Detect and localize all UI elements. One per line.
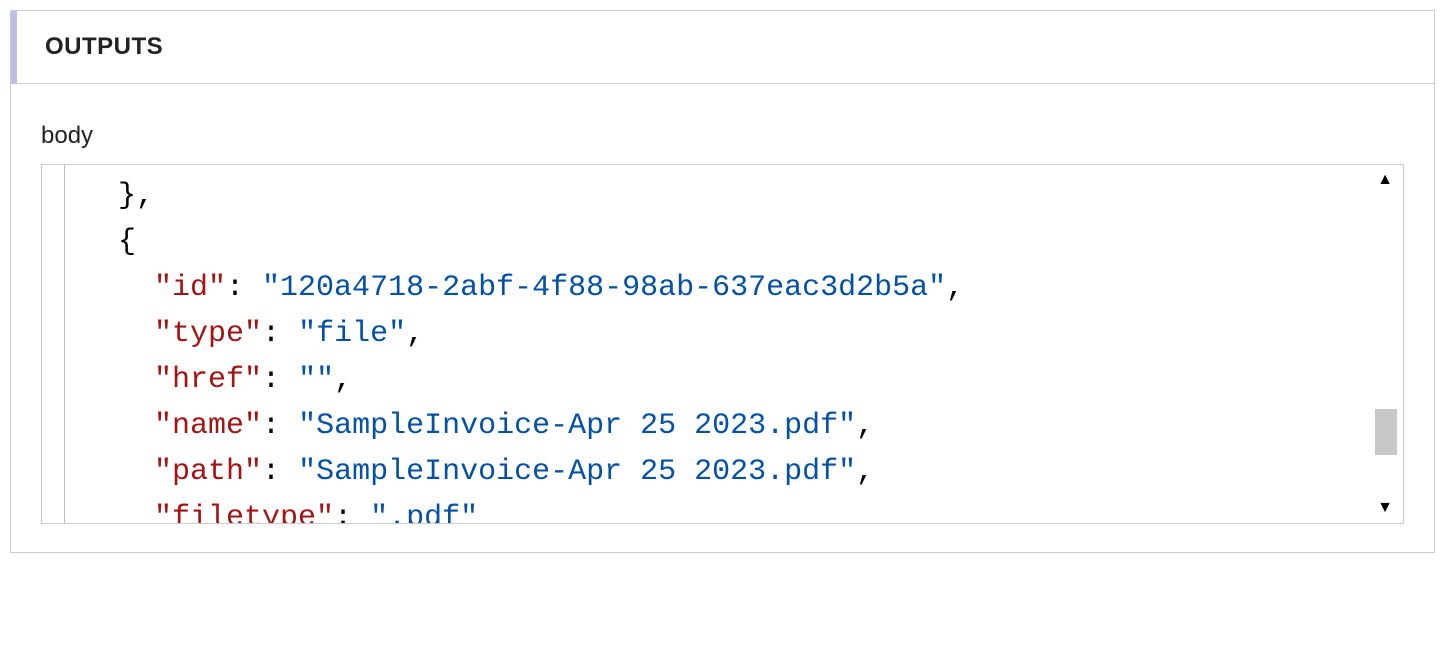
scroll-thumb[interactable] (1375, 409, 1397, 455)
json-key: "path" (154, 455, 262, 489)
code-line: { (82, 225, 136, 259)
code-indent (82, 317, 154, 351)
code-indent (82, 455, 154, 489)
body-label: body (41, 122, 1404, 150)
json-key: "id" (154, 271, 226, 305)
code-indent (82, 363, 154, 397)
code-gutter (64, 165, 65, 523)
json-key: "filetype" (154, 501, 334, 524)
json-value: "" (298, 363, 334, 397)
json-key: "name" (154, 409, 262, 443)
code-indent (82, 409, 154, 443)
code-output-box: ▲ ▼ }, { "id": "120a4718-2abf-4f88-98ab-… (41, 164, 1404, 524)
scroll-up-icon[interactable]: ▲ (1377, 171, 1393, 189)
code-indent (82, 501, 154, 524)
json-key: "href" (154, 363, 262, 397)
body-section: body ▲ ▼ }, { "id": "120a4718-2abf-4f88-… (11, 84, 1434, 552)
json-value: "SampleInvoice-Apr 25 2023.pdf" (298, 409, 856, 443)
code-content[interactable]: }, { "id": "120a4718-2abf-4f88-98ab-637e… (42, 165, 1403, 524)
json-key: "type" (154, 317, 262, 351)
code-indent (82, 271, 154, 305)
json-value: "120a4718-2abf-4f88-98ab-637eac3d2b5a" (262, 271, 946, 305)
outputs-card: OUTPUTS body ▲ ▼ }, { "id": "120a4718-2a… (10, 10, 1435, 553)
scroll-down-icon[interactable]: ▼ (1377, 499, 1393, 517)
json-value: ".pdf" (370, 501, 478, 524)
json-value: "SampleInvoice-Apr 25 2023.pdf" (298, 455, 856, 489)
json-value: "file" (298, 317, 406, 351)
code-line: }, (82, 179, 154, 213)
outputs-header: OUTPUTS (11, 11, 1434, 84)
